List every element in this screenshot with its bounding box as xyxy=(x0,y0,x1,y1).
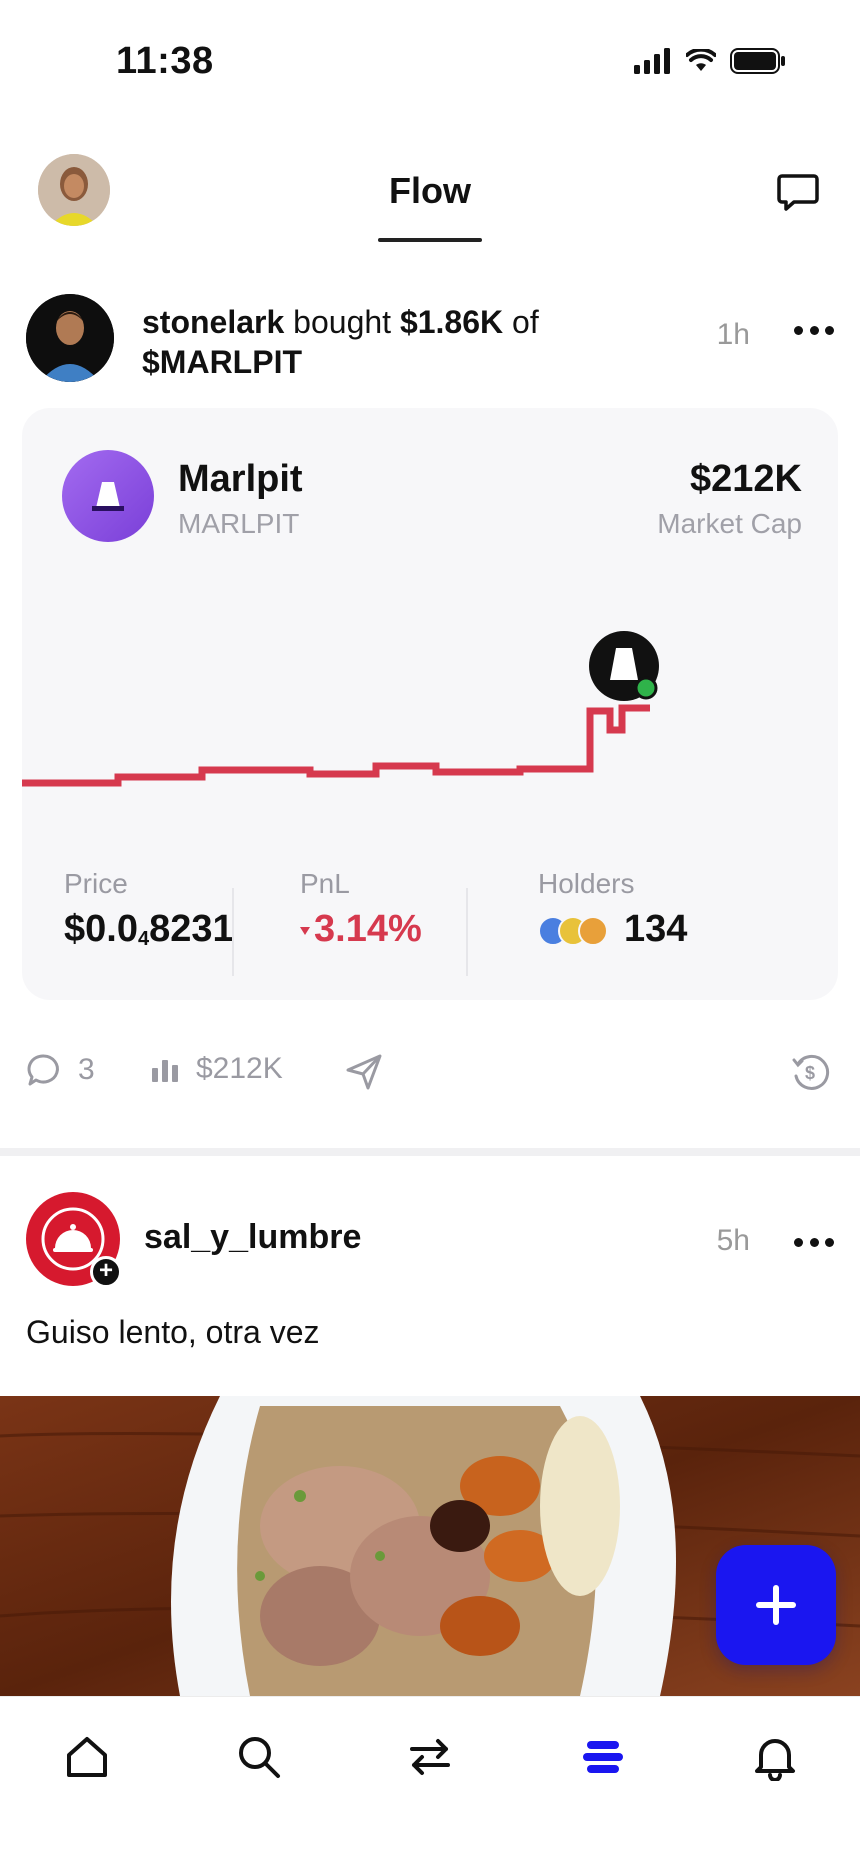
tab-swap[interactable] xyxy=(400,1727,460,1787)
token-logo xyxy=(62,450,154,542)
title-underline xyxy=(378,238,482,242)
holders-row: 134 xyxy=(538,908,687,951)
battery-icon xyxy=(730,48,785,74)
holder-coin-icon xyxy=(578,915,608,946)
bar-chart-icon xyxy=(152,1060,178,1082)
post-author-avatar[interactable] xyxy=(26,294,114,382)
signal-icon xyxy=(634,48,670,74)
post-username[interactable]: sal_y_lumbre xyxy=(144,1218,361,1257)
chat-icon xyxy=(777,174,819,211)
post-time: 1h xyxy=(716,318,750,351)
market-cap-label: Market Cap xyxy=(657,508,802,539)
token-symbol: MARLPIT xyxy=(178,508,300,539)
price-subscript: 4 xyxy=(137,928,150,950)
price-label: Price xyxy=(64,868,128,899)
stat-price: Price $0.048231 xyxy=(64,868,234,958)
post-username[interactable]: stonelark xyxy=(142,304,284,340)
feed-icon xyxy=(583,1741,623,1773)
tab-search[interactable] xyxy=(229,1727,289,1787)
more-options-button[interactable] xyxy=(794,1230,834,1254)
bottom-tab-bar xyxy=(0,1696,860,1864)
more-dot-icon xyxy=(794,1237,803,1247)
share-button[interactable] xyxy=(344,1052,384,1092)
home-icon xyxy=(67,1737,107,1777)
pnl-value-row: 3.14% xyxy=(300,908,422,951)
wifi-icon xyxy=(686,49,716,71)
more-dot-icon xyxy=(825,1237,834,1247)
price-suffix: 8231 xyxy=(149,908,234,950)
more-options-button[interactable] xyxy=(794,318,834,342)
stat-holders[interactable]: Holders 134 xyxy=(538,868,687,958)
post-text: Guiso lento, otra vez xyxy=(26,1314,320,1350)
price-prefix: $0.0 xyxy=(64,908,138,950)
holders-value: 134 xyxy=(624,908,688,950)
dollar-refresh-icon: $ xyxy=(792,1054,830,1090)
down-triangle-icon xyxy=(300,926,310,935)
post-verb: bought xyxy=(293,304,392,340)
price-chart xyxy=(22,631,659,787)
tab-notifications[interactable] xyxy=(745,1727,805,1787)
search-icon xyxy=(239,1737,280,1778)
post-amount: $1.86K xyxy=(399,304,504,340)
market-cap-value: $212K xyxy=(690,458,802,500)
messages-button[interactable] xyxy=(776,170,820,214)
pnl-value: 3.14% xyxy=(314,908,422,950)
stat-divider xyxy=(466,888,468,976)
holder-avatars xyxy=(538,915,608,946)
stat-divider xyxy=(232,888,234,976)
more-dot-icon xyxy=(794,325,803,335)
create-post-button[interactable] xyxy=(716,1545,836,1665)
post-of: of xyxy=(512,304,539,340)
comment-icon xyxy=(27,1054,59,1086)
more-dot-icon xyxy=(809,325,819,335)
post-time: 5h xyxy=(716,1224,750,1257)
tab-home[interactable] xyxy=(57,1727,117,1787)
top-nav: Flow xyxy=(0,130,860,246)
token-name: Marlpit xyxy=(178,458,303,500)
post-ticker[interactable]: $MARLPIT xyxy=(142,344,302,380)
comment-button[interactable]: 3 xyxy=(26,1052,95,1088)
token-glyph-icon xyxy=(92,482,124,511)
follow-plus-icon[interactable]: + xyxy=(90,1256,122,1288)
pnl-label: PnL xyxy=(300,868,350,899)
volume-button[interactable]: $212K xyxy=(150,1052,283,1086)
stat-pnl: PnL 3.14% xyxy=(300,868,422,958)
tip-button[interactable]: $ xyxy=(790,1052,830,1092)
send-icon xyxy=(346,1054,382,1090)
more-dot-icon xyxy=(809,1237,819,1247)
post-actions: 3 $212K $ xyxy=(0,1038,860,1108)
feed-divider xyxy=(0,1148,860,1156)
swap-icon xyxy=(410,1739,450,1775)
page-title[interactable]: Flow xyxy=(0,170,860,212)
tab-feed[interactable] xyxy=(573,1727,633,1787)
status-bar: 11:38 xyxy=(0,0,860,130)
token-stats: Price $0.048231 PnL 3.14% Holders 134 xyxy=(22,868,838,978)
trader-marker xyxy=(589,631,659,701)
svg-text:$: $ xyxy=(805,1063,815,1083)
holders-label: Holders xyxy=(538,868,635,899)
author-photo xyxy=(26,294,114,382)
post-headline: stonelark bought $1.86K of $MARLPIT xyxy=(142,302,682,382)
price-line xyxy=(22,704,650,787)
more-dot-icon xyxy=(825,325,834,335)
volume-value: $212K xyxy=(196,1052,283,1085)
status-time: 11:38 xyxy=(116,40,214,82)
token-card[interactable]: Marlpit MARLPIT $212K Market Cap Price $… xyxy=(22,408,838,1000)
bell-icon xyxy=(755,1739,795,1781)
plus-icon xyxy=(756,1585,796,1625)
price-value: $0.048231 xyxy=(64,908,234,951)
comment-count: 3 xyxy=(78,1053,95,1086)
status-icons xyxy=(634,48,786,74)
